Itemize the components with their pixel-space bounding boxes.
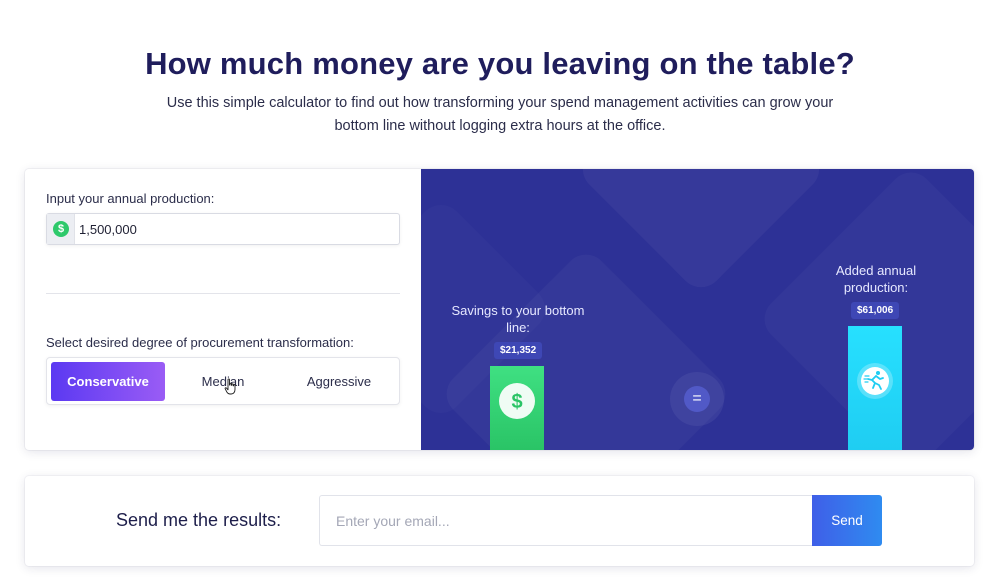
page-title: How much money are you leaving on the ta… — [145, 46, 855, 81]
option-median-button[interactable]: Median — [165, 362, 281, 401]
equals-icon: = — [684, 386, 710, 412]
added-production-amount: $61,006 — [851, 302, 900, 319]
calculator-card: Input your annual production: $ 1,500,00… — [25, 169, 974, 450]
currency-addon: $ — [47, 214, 75, 244]
running-person-icon — [857, 363, 893, 399]
section-divider — [46, 293, 400, 294]
savings-bar: $ — [490, 366, 544, 450]
option-conservative-button[interactable]: Conservative — [51, 362, 165, 401]
savings-label: Savings to your bottom line: — [451, 303, 585, 335]
production-value[interactable]: 1,500,000 — [79, 222, 137, 237]
email-input[interactable] — [319, 495, 813, 546]
hand-cursor-icon — [224, 378, 236, 395]
savings-amount: $21,352 — [494, 342, 543, 359]
option-aggressive-button[interactable]: Aggressive — [281, 362, 397, 401]
svg-text:$: $ — [511, 391, 522, 413]
send-button[interactable]: Send — [812, 495, 882, 546]
page-subtitle: Use this simple calculator to find out h… — [166, 95, 834, 134]
calculator-inputs: Input your annual production: $ 1,500,00… — [25, 169, 421, 450]
transformation-selector: Conservative Median Aggressive — [46, 357, 400, 405]
production-input[interactable]: $ 1,500,000 — [46, 213, 400, 245]
email-results-card: Send me the results: Send — [25, 476, 974, 566]
email-results-label: Send me the results: — [116, 510, 282, 530]
added-production-bar — [848, 326, 902, 450]
dollar-icon: $ — [53, 221, 69, 237]
transformation-label: Select desired degree of procurement tra… — [46, 335, 354, 350]
dollar-coin-icon: $ — [499, 383, 535, 419]
production-label: Input your annual production: — [46, 191, 215, 206]
added-production-label: Added annual production: — [835, 263, 917, 295]
results-panel: Savings to your bottom line: $21,352 $ =… — [421, 169, 974, 450]
